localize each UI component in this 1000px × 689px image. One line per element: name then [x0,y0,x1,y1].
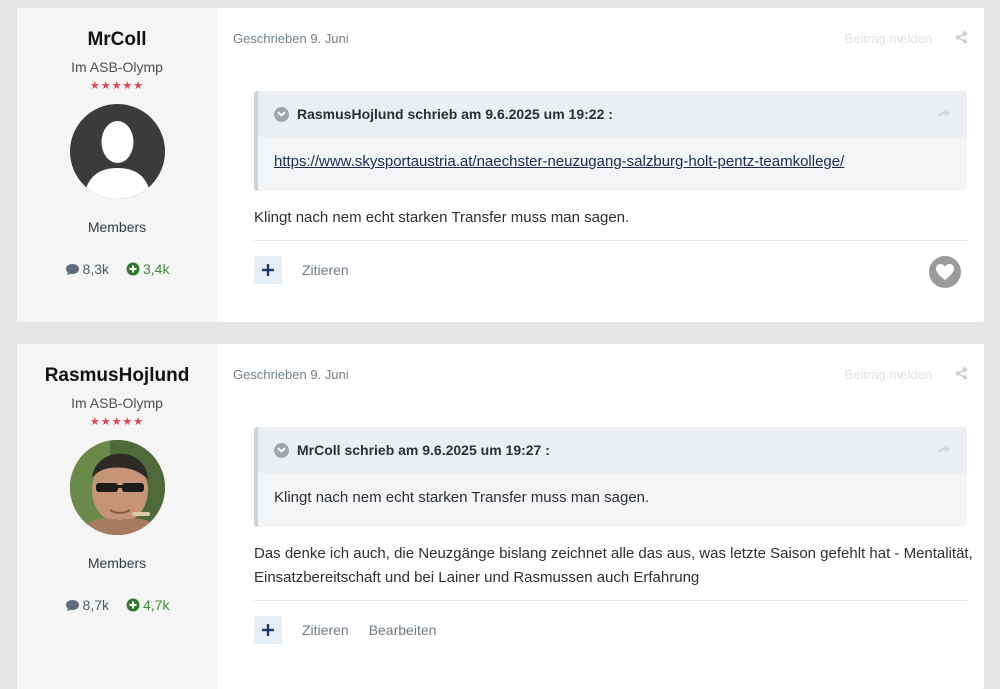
multiquote-button[interactable] [254,256,282,284]
comment-icon [65,599,79,611]
forum-post: RasmusHojlund Im ASB-Olymp ★★★★★ Members… [17,344,984,689]
edit-button[interactable]: Bearbeiten [369,622,437,638]
quote-header: MrColl schrieb am 9.6.2025 um 19:27 : [258,427,967,473]
chevron-down-icon[interactable] [274,106,289,122]
author-role: Members [87,219,147,235]
plus-icon [262,624,274,636]
avatar[interactable] [69,104,165,199]
post-count: 8,3k [65,261,109,277]
post-count: 8,7k [65,597,109,613]
quote-block: MrColl schrieb am 9.6.2025 um 19:27 : Kl… [254,427,967,527]
reputation-value: 3,4k [143,261,170,277]
author-group: Im ASB-Olymp [71,59,163,75]
like-button[interactable] [929,256,961,288]
default-user-silhouette-icon [83,121,151,199]
author-name[interactable]: MrColl [87,29,146,51]
go-to-quote-icon[interactable] [936,443,951,459]
post-text: Das denke ich auch, die Neuzgänge bislan… [254,545,973,586]
quote-body: https://www.skysportaustria.at/naechster… [258,137,967,171]
post-actions: Zitieren Bearbeiten [254,616,436,644]
post-content: Geschrieben 9. Juni Beitrag melden Rasmu… [217,8,984,322]
quote-button[interactable]: Zitieren [302,622,349,638]
post-content: Geschrieben 9. Juni Beitrag melden MrCol… [217,344,984,689]
post-text: Klingt nach nem echt starken Transfer mu… [254,209,630,226]
report-post-link[interactable]: Beitrag melden [845,367,932,382]
author-name[interactable]: RasmusHojlund [45,365,190,387]
reputation: 4,7k [126,597,169,613]
share-icon[interactable] [955,367,968,385]
author-stats: 8,7k 4,7k [65,597,169,613]
chevron-down-icon[interactable] [274,442,289,458]
plus-circle-icon [126,598,140,612]
rank-stars: ★★★★★ [89,80,145,92]
author-group: Im ASB-Olymp [71,395,163,411]
multiquote-button[interactable] [254,616,282,644]
quote-link[interactable]: https://www.skysportaustria.at/naechster… [274,153,844,170]
author-stats: 8,3k 3,4k [65,261,169,277]
post-date[interactable]: Geschrieben 9. Juni [233,367,349,382]
reputation-value: 4,7k [143,597,170,613]
comment-icon [65,263,79,275]
divider [254,240,967,241]
report-post-link[interactable]: Beitrag melden [845,31,932,46]
reputation: 3,4k [126,261,169,277]
share-icon[interactable] [955,31,968,49]
author-panel: MrColl Im ASB-Olymp ★★★★★ Members 8,3k 3… [17,8,217,322]
post-date[interactable]: Geschrieben 9. Juni [233,31,349,46]
quote-block: RasmusHojlund schrieb am 9.6.2025 um 19:… [254,91,967,191]
quote-header: RasmusHojlund schrieb am 9.6.2025 um 19:… [258,91,967,137]
author-role: Members [87,555,147,571]
quote-header-text: RasmusHojlund schrieb am 9.6.2025 um 19:… [297,106,613,122]
post-actions: Zitieren [254,256,349,284]
forum-post: MrColl Im ASB-Olymp ★★★★★ Members 8,3k 3… [17,8,984,322]
post-count-value: 8,7k [82,597,109,613]
author-panel: RasmusHojlund Im ASB-Olymp ★★★★★ Members… [17,344,217,689]
heart-icon [936,264,954,280]
plus-icon [262,264,274,276]
go-to-quote-icon[interactable] [936,107,951,123]
quote-header-text: MrColl schrieb am 9.6.2025 um 19:27 : [297,442,550,458]
divider [254,600,967,601]
rank-stars: ★★★★★ [89,416,145,428]
plus-circle-icon [126,262,140,276]
user-photo-icon [69,440,165,535]
quote-body: Klingt nach nem echt starken Transfer mu… [274,489,650,506]
post-count-value: 8,3k [82,261,109,277]
quote-button[interactable]: Zitieren [302,262,349,278]
avatar[interactable] [69,440,165,535]
